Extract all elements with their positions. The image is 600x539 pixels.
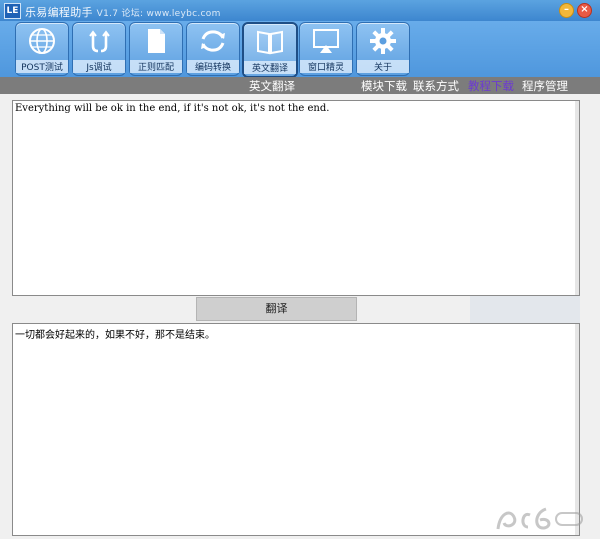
source-text-area[interactable]: Everything will be ok in the end, if it'… [12, 100, 580, 296]
book-icon [257, 30, 283, 55]
app-logo-icon: LE [4, 3, 21, 19]
tool-label: 关于 [357, 60, 409, 73]
translator-panel: Everything will be ok in the end, if it'… [0, 94, 600, 539]
minimize-icon: – [564, 4, 569, 15]
tool-encoding-convert[interactable]: 编码转换 [186, 22, 240, 76]
close-button[interactable]: × [577, 3, 592, 18]
source-text: Everything will be ok in the end, if it'… [15, 103, 330, 114]
tool-about[interactable]: 关于 [356, 22, 410, 76]
document-icon [148, 29, 165, 53]
tool-english-translate[interactable]: 英文翻译 [242, 22, 298, 78]
tool-label: Js调试 [73, 60, 125, 73]
window-title: 乐易编程助手 V1.7 论坛: www.leybc.com [25, 4, 221, 20]
tool-label: 窗口精灵 [300, 60, 352, 73]
tool-label: 正则匹配 [130, 60, 182, 73]
result-text: 一切都会好起来的，如果不好，那不是结束。 [15, 330, 215, 341]
site-watermark-logo [496, 507, 583, 530]
tool-post-test[interactable]: POST测试 [15, 22, 69, 76]
link-program-manage[interactable]: 程序管理 [522, 78, 568, 94]
tool-regex-match[interactable]: 正则匹配 [129, 22, 183, 76]
tool-window-spirit[interactable]: 窗口精灵 [299, 22, 353, 76]
menu-bar: 英文翻译 模块下载 联系方式 教程下载 程序管理 [0, 77, 600, 94]
tool-label: 英文翻译 [244, 61, 296, 74]
link-contact[interactable]: 联系方式 [413, 78, 459, 94]
js-code-icon [89, 30, 110, 53]
refresh-icon [201, 30, 225, 52]
toolbar: POST测试 Js调试 正则匹配 编码转换 英文翻译 窗口精灵 关于 [0, 21, 600, 78]
app-title: 乐易编程助手 [25, 6, 93, 19]
window-icon [313, 29, 339, 53]
current-tab-title: 英文翻译 [249, 79, 295, 93]
tool-js-debug[interactable]: Js调试 [72, 22, 126, 76]
app-version-forum: V1.7 论坛: www.leybc.com [96, 9, 221, 19]
translate-button[interactable]: 翻译 [196, 297, 357, 321]
gear-icon [370, 28, 396, 54]
link-module-download[interactable]: 模块下载 [361, 78, 407, 94]
minimize-button[interactable]: – [559, 3, 574, 18]
link-tutorial-download[interactable]: 教程下载 [468, 78, 514, 94]
close-icon: × [580, 4, 589, 15]
title-bar: LE 乐易编程助手 V1.7 论坛: www.leybc.com – × [0, 0, 600, 21]
tool-label: POST测试 [16, 60, 68, 73]
globe-icon [29, 28, 55, 54]
tool-label: 编码转换 [187, 60, 239, 73]
scrollbar[interactable] [575, 101, 579, 295]
